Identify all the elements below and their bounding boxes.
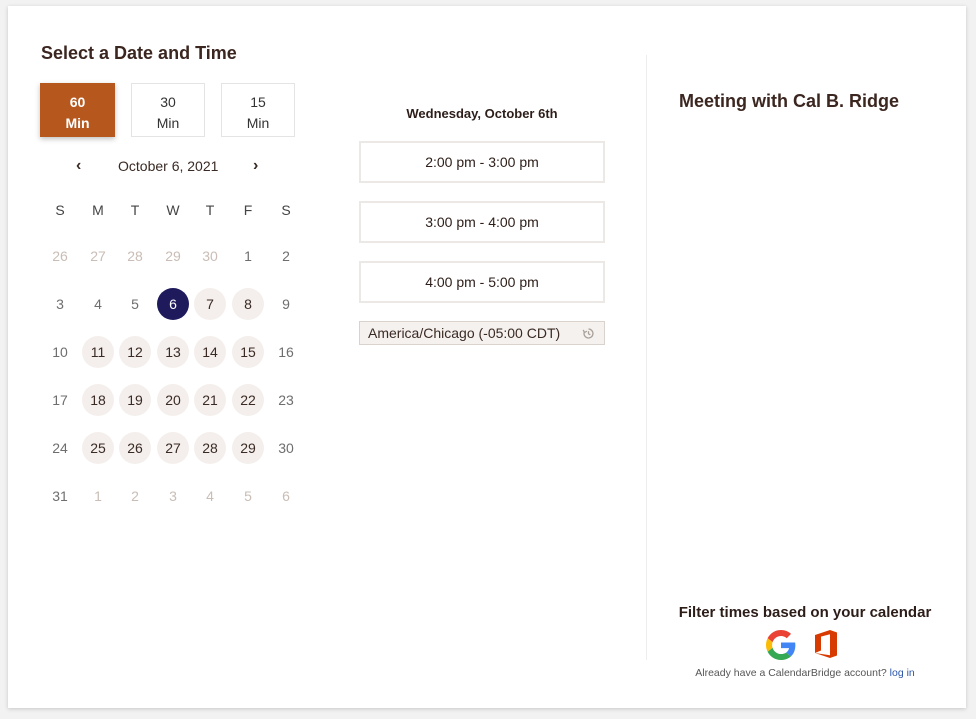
calendar-day: 3 [56,296,64,312]
weekday-header: T [130,202,140,218]
calendar-day: 4 [206,488,214,504]
calendar-day: 30 [278,440,294,456]
calendar-day[interactable]: 7 [194,288,226,320]
calendar-day[interactable]: 11 [82,336,114,368]
calendar-day[interactable]: 29 [232,432,264,464]
weekday-header: T [205,202,215,218]
duration-15-button[interactable]: 15 Min [221,83,295,137]
calendar-day: 31 [52,488,68,504]
calendar-day[interactable]: 21 [194,384,226,416]
calendar-day: 2 [282,248,290,264]
calendar-day: 27 [90,248,106,264]
calendar-day: 17 [52,392,68,408]
calendar-day: 4 [94,296,102,312]
timezone-label: America/Chicago (-05:00 CDT) [368,325,561,341]
calendar-day[interactable]: 28 [194,432,226,464]
calendar-day[interactable]: 19 [119,384,151,416]
calendar-filter-heading: Filter times based on your calendar [678,604,932,621]
login-link[interactable]: log in [890,667,915,679]
duration-unit: Min [65,115,90,131]
calendar-day: 24 [52,440,68,456]
duration-30-button[interactable]: 30 Min [131,83,205,137]
selected-date-heading: Wednesday, October 6th [406,106,558,121]
calendar-day: 5 [131,296,139,312]
calendar-day: 28 [127,248,143,264]
calendar-day: 9 [282,296,290,312]
weekday-header: S [281,202,291,218]
duration-value: 30 [160,94,176,110]
office-icon[interactable] [813,629,839,659]
calendar-day[interactable]: 14 [194,336,226,368]
calendar-day[interactable]: 20 [157,384,189,416]
calendar-day: 1 [94,488,102,504]
duration-unit: Min [156,115,180,131]
duration-60-button[interactable]: 60 Min [40,83,115,137]
meeting-title: Meeting with Cal B. Ridge [679,91,900,111]
timezone-select[interactable]: America/Chicago (-05:00 CDT) [359,321,605,345]
calendar-day: 5 [244,488,252,504]
calendar-day: 30 [202,248,218,264]
chevron-right-icon[interactable]: › [253,157,258,175]
login-prompt: Already have a CalendarBridge account? l… [660,667,950,679]
duration-unit: Min [246,115,270,131]
panel-divider [646,55,647,660]
weekday-header: F [243,202,253,218]
time-slot-button[interactable]: 3:00 pm - 4:00 pm [359,201,605,243]
calendar-day: 16 [278,344,294,360]
time-slot-button[interactable]: 4:00 pm - 5:00 pm [359,261,605,303]
calendar-day: 3 [169,488,177,504]
duration-value: 15 [250,94,266,110]
calendar-day: 29 [165,248,181,264]
calendar-day: 2 [131,488,139,504]
duration-value: 60 [69,94,86,110]
calendar-day[interactable]: 25 [82,432,114,464]
calendar-day: 26 [52,248,68,264]
calendar-day[interactable]: 13 [157,336,189,368]
weekday-header: S [55,202,65,218]
calendar-day[interactable]: 27 [157,432,189,464]
calendar-day[interactable]: 26 [119,432,151,464]
chevron-left-icon[interactable]: ‹ [76,157,81,175]
weekday-header: M [92,202,104,218]
calendar-day[interactable]: 22 [232,384,264,416]
page-title: Select a Date and Time [41,43,237,63]
calendar-day: 1 [244,248,252,264]
google-icon[interactable] [766,630,796,660]
calendar-day: 23 [278,392,294,408]
month-label: October 6, 2021 [118,158,219,174]
calendar-day: 6 [282,488,290,504]
calendar-day[interactable]: 18 [82,384,114,416]
calendar-day: 10 [52,344,68,360]
calendar-day[interactable]: 8 [232,288,264,320]
time-slot-button[interactable]: 2:00 pm - 3:00 pm [359,141,605,183]
login-prompt-text: Already have a CalendarBridge account? [695,667,887,679]
history-icon [582,322,595,347]
calendar-day-selected[interactable]: 6 [157,288,189,320]
calendar-day[interactable]: 12 [119,336,151,368]
calendar-day[interactable]: 15 [232,336,264,368]
weekday-header: W [166,202,180,218]
